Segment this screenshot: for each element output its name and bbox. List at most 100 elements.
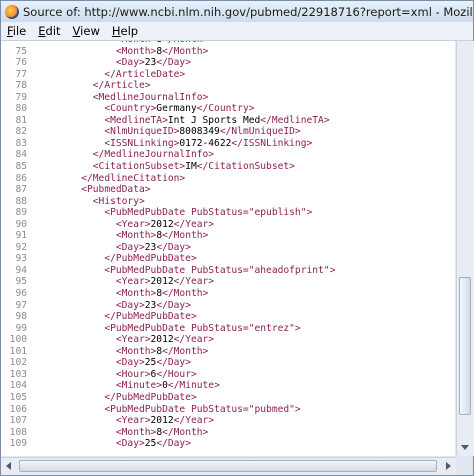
horizontal-scrollbar[interactable] bbox=[1, 457, 456, 475]
menu-help-accel: H bbox=[111, 24, 121, 38]
source-line: 102 <Day>25</Day> bbox=[1, 357, 455, 369]
menu-file[interactable]: File bbox=[1, 24, 32, 38]
source-code: <Day>25</Day> bbox=[115, 357, 191, 369]
source-code: <Month>8</Month> bbox=[115, 288, 209, 300]
browser-window: Source of: http://www.ncbi.nlm.nih.gov/p… bbox=[0, 0, 474, 476]
line-number: 89 bbox=[15, 207, 27, 219]
source-code: <Day>23</Day> bbox=[115, 241, 191, 253]
line-number: 80 bbox=[15, 103, 27, 115]
source-code: <PubMedPubDate PubStatus="aheadofprint"> bbox=[104, 264, 336, 276]
line-number: 105 bbox=[9, 391, 27, 403]
line-number: 109 bbox=[9, 438, 27, 450]
source-line: 80 <Country>Germany</Country> bbox=[1, 103, 455, 115]
scroll-left-arrow-icon[interactable] bbox=[6, 462, 11, 470]
line-number: 99 bbox=[15, 322, 27, 334]
source-code: <Year>2012</Year> bbox=[115, 276, 215, 288]
line-number: 76 bbox=[15, 57, 27, 69]
source-line: 91 <Month>8</Month> bbox=[1, 230, 455, 242]
source-line: 84 </MedlineJournalInfo> bbox=[1, 149, 455, 161]
resize-grip-icon[interactable] bbox=[457, 457, 473, 474]
line-number: 81 bbox=[15, 114, 27, 126]
menu-help-rest: elp bbox=[120, 24, 139, 38]
title-bar[interactable]: Source of: http://www.ncbi.nlm.nih.gov/p… bbox=[1, 1, 473, 22]
line-number: 91 bbox=[15, 230, 27, 242]
source-code: <Year>2012</Year> bbox=[115, 218, 215, 230]
source-line: 78 </Article> bbox=[1, 80, 455, 92]
scroll-down-arrow-icon[interactable] bbox=[461, 445, 469, 450]
source-line: 108 <Month>8</Month> bbox=[1, 427, 455, 439]
source-line: 106 <PubMedPubDate PubStatus="pubmed"> bbox=[1, 404, 455, 416]
source-code: <Country>Germany</Country> bbox=[104, 103, 255, 115]
source-line: 96 <Month>8</Month> bbox=[1, 288, 455, 300]
source-line: 88 <History> bbox=[1, 196, 455, 208]
line-number: 92 bbox=[15, 241, 27, 253]
source-code: <MedlineTA>Int J Sports Med</MedlineTA> bbox=[104, 114, 330, 126]
scroll-right-arrow-icon[interactable] bbox=[446, 462, 451, 470]
source-line: 86 </MedlineCitation> bbox=[1, 173, 455, 185]
line-number: 87 bbox=[15, 184, 27, 196]
line-number: 104 bbox=[9, 380, 27, 392]
source-code: </ArticleDate> bbox=[104, 68, 186, 80]
line-number: 75 bbox=[15, 45, 27, 57]
menu-view-rest: iew bbox=[80, 24, 100, 38]
source-line: 85 <CitationSubset>IM</CitationSubset> bbox=[1, 161, 455, 173]
source-line: 94 <PubMedPubDate PubStatus="aheadofprin… bbox=[1, 265, 455, 277]
line-number: 98 bbox=[15, 311, 27, 323]
line-number: 79 bbox=[15, 91, 27, 103]
line-number: 88 bbox=[15, 195, 27, 207]
source-code: </PubMedPubDate> bbox=[104, 391, 197, 403]
source-line: 83 <ISSNLinking>0172-4622</ISSNLinking> bbox=[1, 138, 455, 150]
source-code: <Day>23</Day> bbox=[115, 299, 191, 311]
line-number: 106 bbox=[9, 403, 27, 415]
source-code: </PubMedPubDate> bbox=[104, 253, 197, 265]
menu-edit-accel: E bbox=[38, 24, 46, 38]
source-code: </MedlineJournalInfo> bbox=[92, 149, 215, 161]
line-number: 100 bbox=[9, 334, 27, 346]
source-code: <Month>8</Month> bbox=[115, 345, 209, 357]
line-number: 93 bbox=[15, 253, 27, 265]
source-line: 76 <Day>23</Day> bbox=[1, 57, 455, 69]
line-number: 95 bbox=[15, 276, 27, 288]
source-line: 90 <Year>2012</Year> bbox=[1, 219, 455, 231]
source-code: <CitationSubset>IM</CitationSubset> bbox=[92, 161, 295, 173]
source-line: 93 </PubMedPubDate> bbox=[1, 253, 455, 265]
source-line: 82 <NlmUniqueID>8008349</NlmUniqueID> bbox=[1, 126, 455, 138]
source-line: 99 <PubMedPubDate PubStatus="entrez"> bbox=[1, 323, 455, 335]
source-line: 98 </PubMedPubDate> bbox=[1, 311, 455, 323]
source-line: 95 <Year>2012</Year> bbox=[1, 276, 455, 288]
line-number: 78 bbox=[15, 80, 27, 92]
source-code: <Minute>0</Minute> bbox=[115, 380, 220, 392]
source-code: <History> bbox=[92, 195, 145, 207]
source-line: 107 <Year>2012</Year> bbox=[1, 415, 455, 427]
line-number: 96 bbox=[15, 288, 27, 300]
source-code: </Article> bbox=[92, 80, 151, 92]
line-number: 86 bbox=[15, 172, 27, 184]
source-code: <Hour>6</Hour> bbox=[115, 368, 197, 380]
source-code: <Month>8</Month> bbox=[115, 426, 209, 438]
source-line: 104 <Minute>0</Minute> bbox=[1, 380, 455, 392]
menu-edit[interactable]: Edit bbox=[32, 24, 66, 38]
line-number: 90 bbox=[15, 218, 27, 230]
menu-bar: File Edit View Help bbox=[1, 22, 473, 41]
vertical-scrollbar[interactable] bbox=[456, 41, 474, 456]
source-line: 87 <PubmedData> bbox=[1, 184, 455, 196]
source-code: <Year>2012</Year> bbox=[115, 415, 215, 427]
source-code: <Month>8</Month> bbox=[115, 230, 209, 242]
line-number: 83 bbox=[15, 137, 27, 149]
line-number: 94 bbox=[15, 264, 27, 276]
line-number: 85 bbox=[15, 161, 27, 173]
line-number: 107 bbox=[9, 415, 27, 427]
menu-file-rest: ile bbox=[12, 24, 27, 38]
menu-view[interactable]: View bbox=[67, 24, 106, 38]
vertical-scroll-thumb[interactable] bbox=[459, 277, 471, 415]
source-code: <Day>25</Day> bbox=[115, 438, 191, 450]
source-code: <MedlineJournalInfo> bbox=[92, 91, 209, 103]
menu-help[interactable]: Help bbox=[106, 24, 144, 38]
source-code: <Day>23</Day> bbox=[115, 57, 191, 69]
line-number: 108 bbox=[9, 426, 27, 438]
source-line: 103 <Hour>6</Hour> bbox=[1, 369, 455, 381]
source-code: <PubMedPubDate PubStatus="epublish"> bbox=[104, 207, 313, 219]
source-code: <PubmedData> bbox=[81, 184, 151, 196]
horizontal-scroll-thumb[interactable] bbox=[19, 460, 437, 472]
source-view[interactable]: <Month>8</Month> 75 <Month>8</Month> 76 <D… bbox=[1, 41, 455, 456]
